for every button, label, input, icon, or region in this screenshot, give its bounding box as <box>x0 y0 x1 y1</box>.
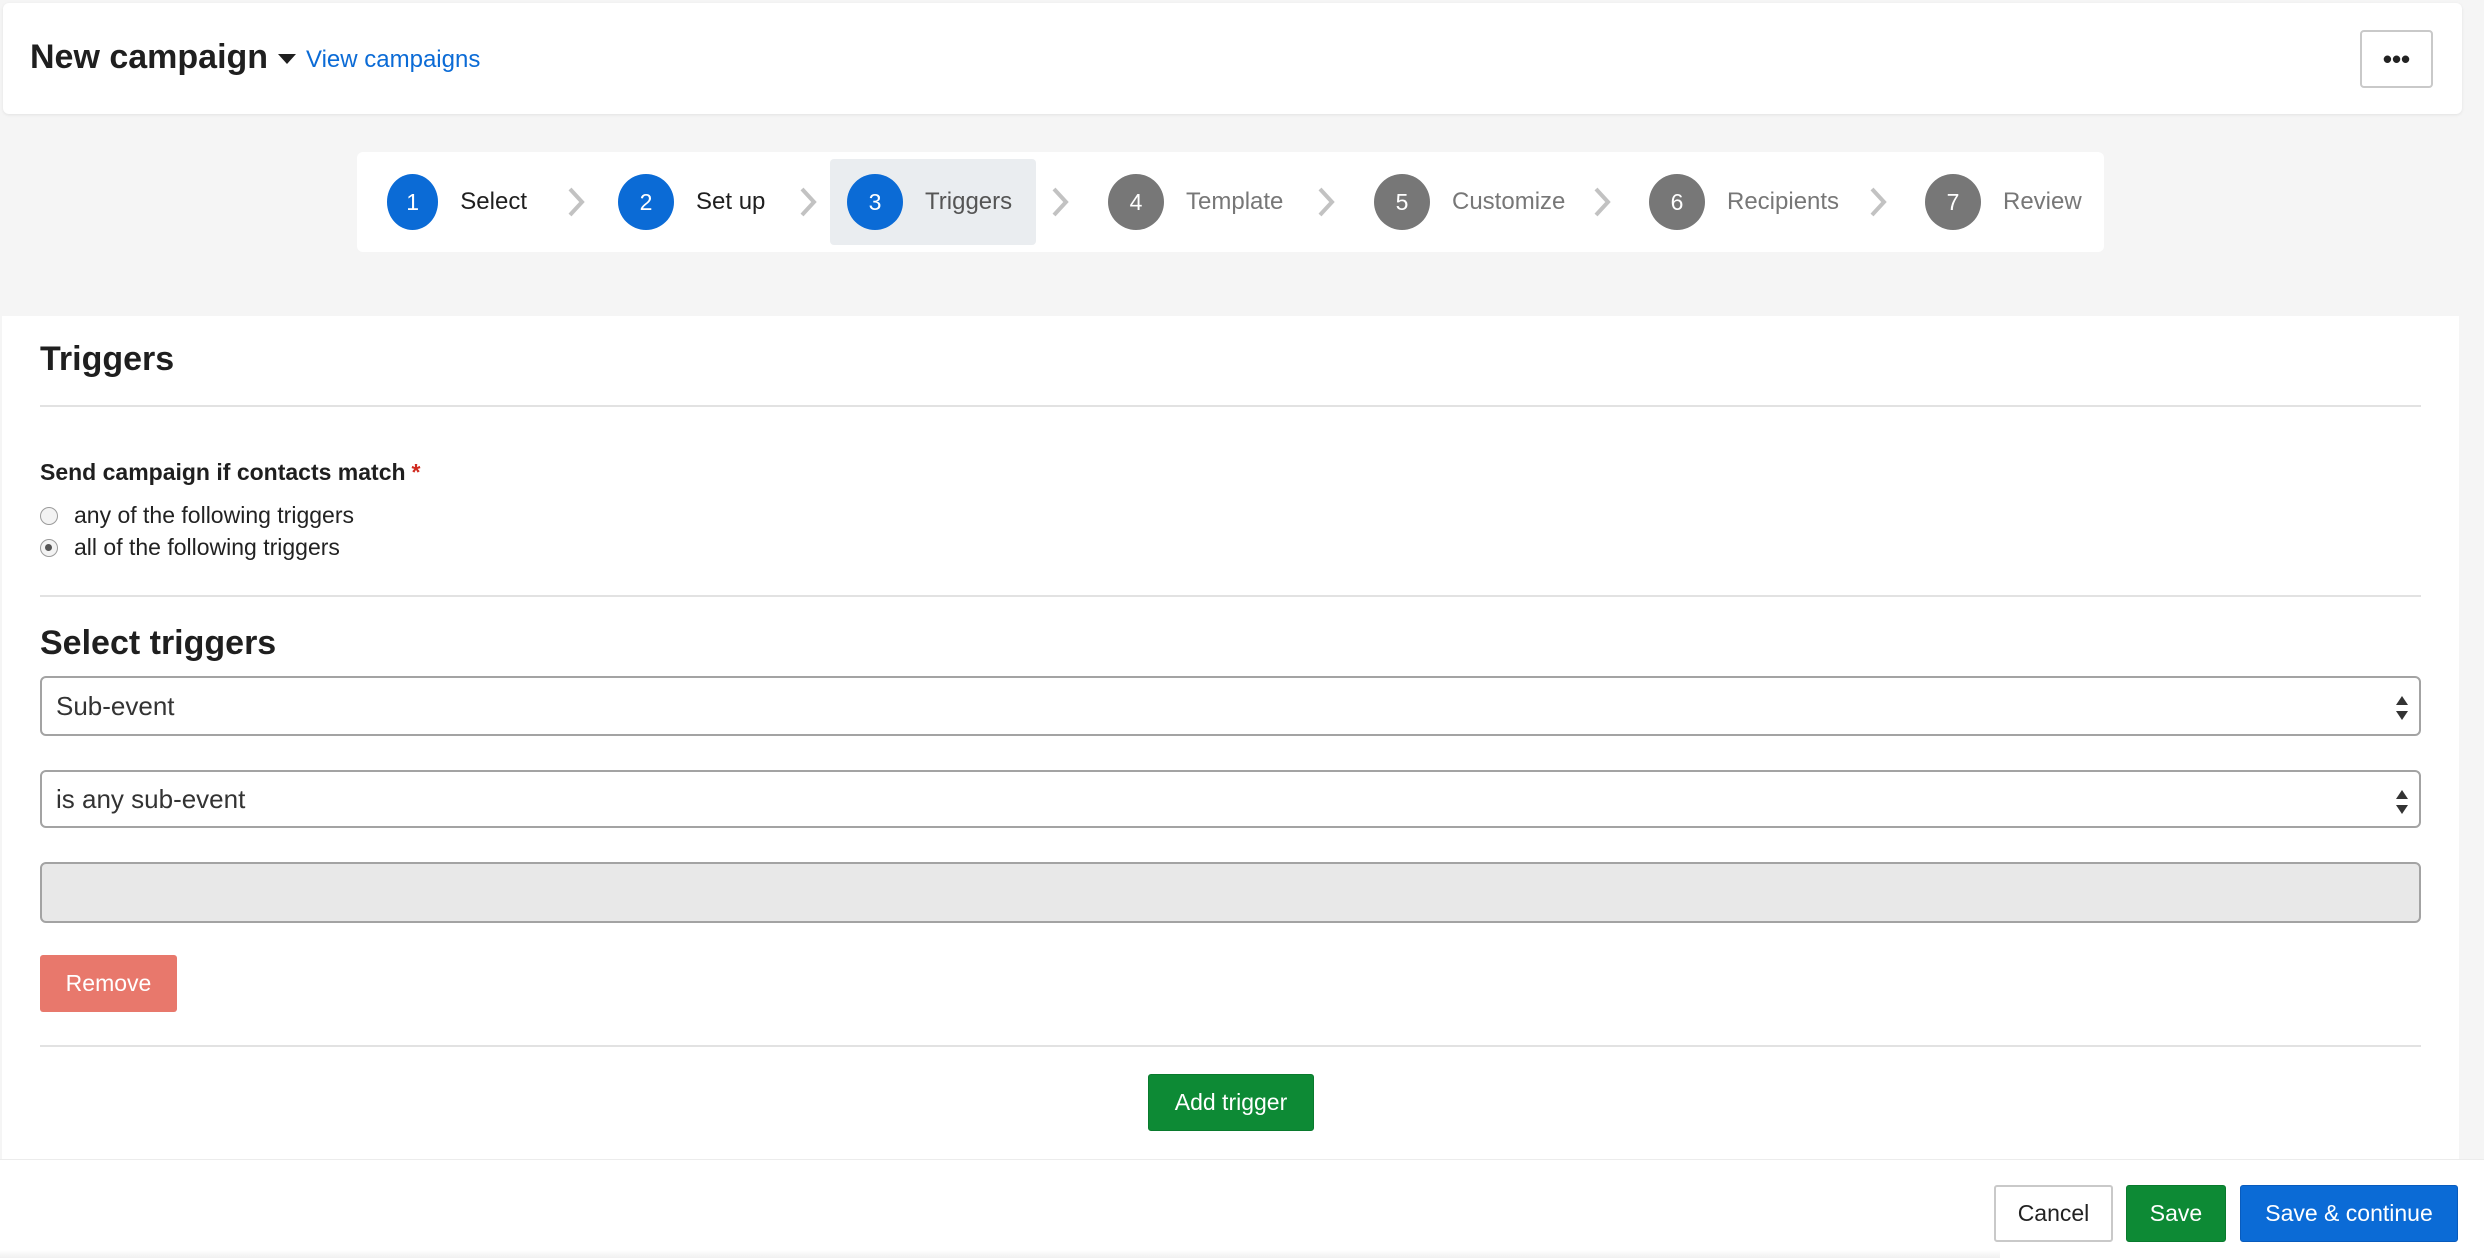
step-label: Triggers <box>925 188 1013 215</box>
trigger-value-field[interactable] <box>40 862 2421 923</box>
chevron-right-icon <box>1052 187 1069 217</box>
trigger-type-select[interactable]: Sub-event <box>40 676 2421 736</box>
chevron-right-icon <box>1594 187 1611 217</box>
step-review[interactable]: 7 Review <box>1925 159 2085 245</box>
step-set-up[interactable]: 2 Set up <box>618 159 768 245</box>
radio-all-triggers[interactable]: all of the following triggers <box>40 534 340 561</box>
chevron-right-icon <box>800 187 817 217</box>
save-and-continue-button[interactable]: Save & continue <box>2240 1185 2458 1242</box>
footer-shadow <box>0 1250 2000 1258</box>
required-marker: * <box>411 459 421 485</box>
remove-trigger-button[interactable]: Remove <box>40 955 177 1012</box>
step-number: 7 <box>1925 174 1981 230</box>
trigger-type-value: Sub-event <box>56 690 175 721</box>
step-triggers[interactable]: 3 Triggers <box>830 159 1036 245</box>
save-button[interactable]: Save <box>2126 1185 2226 1242</box>
step-number: 5 <box>1374 174 1430 230</box>
chevron-right-icon <box>1870 187 1887 217</box>
step-recipients[interactable]: 6 Recipients <box>1649 159 1859 245</box>
divider <box>40 405 2421 407</box>
step-label: Review <box>2003 188 2082 215</box>
step-label: Set up <box>696 188 766 215</box>
select-triggers-title: Select triggers <box>40 624 277 662</box>
view-campaigns-link[interactable]: View campaigns <box>306 46 480 74</box>
step-number: 1 <box>387 174 439 230</box>
trigger-condition-value: is any sub-event <box>56 783 246 814</box>
step-label: Customize <box>1452 188 1566 215</box>
divider <box>40 595 2421 597</box>
add-trigger-button[interactable]: Add trigger <box>1148 1074 1314 1131</box>
step-template[interactable]: 4 Template <box>1108 159 1308 245</box>
step-customize[interactable]: 5 Customize <box>1374 159 1584 245</box>
step-label: Select <box>460 188 527 215</box>
cancel-button[interactable]: Cancel <box>1994 1185 2113 1242</box>
radio-button[interactable] <box>40 538 58 557</box>
radio-any-triggers[interactable]: any of the following triggers <box>40 502 354 529</box>
step-label: Recipients <box>1727 188 1840 215</box>
campaign-title-dropdown[interactable]: New campaign <box>30 38 297 77</box>
page-title: New campaign <box>30 38 269 76</box>
chevron-right-icon <box>568 187 585 217</box>
match-label: Send campaign if contacts match * <box>40 459 420 486</box>
campaign-stepper: 1 Select 2 Set up 3 Triggers 4 Template … <box>357 152 2104 252</box>
radio-label: all of the following triggers <box>74 534 340 560</box>
section-title: Triggers <box>40 340 175 378</box>
select-arrows-icon <box>2396 790 2408 814</box>
page-header: New campaign View campaigns ••• <box>3 3 2462 114</box>
step-number: 2 <box>618 174 674 230</box>
radio-button[interactable] <box>40 506 58 525</box>
match-label-text: Send campaign if contacts match <box>40 459 406 485</box>
step-select[interactable]: 1 Select <box>387 159 527 245</box>
step-number: 3 <box>847 174 903 230</box>
select-arrows-icon <box>2396 696 2408 720</box>
divider <box>40 1045 2421 1047</box>
footer-actions: Cancel Save Save & continue <box>0 1160 2484 1258</box>
step-number: 6 <box>1649 174 1705 230</box>
trigger-condition-select[interactable]: is any sub-event <box>40 770 2421 828</box>
step-label: Template <box>1186 188 1284 215</box>
step-number: 4 <box>1108 174 1164 230</box>
triggers-panel: Triggers Send campaign if contacts match… <box>2 316 2459 1159</box>
ellipsis-icon: ••• <box>2382 43 2411 74</box>
caret-down-icon <box>278 53 297 64</box>
chevron-right-icon <box>1318 187 1335 217</box>
more-options-button[interactable]: ••• <box>2360 30 2433 88</box>
radio-label: any of the following triggers <box>74 502 354 528</box>
